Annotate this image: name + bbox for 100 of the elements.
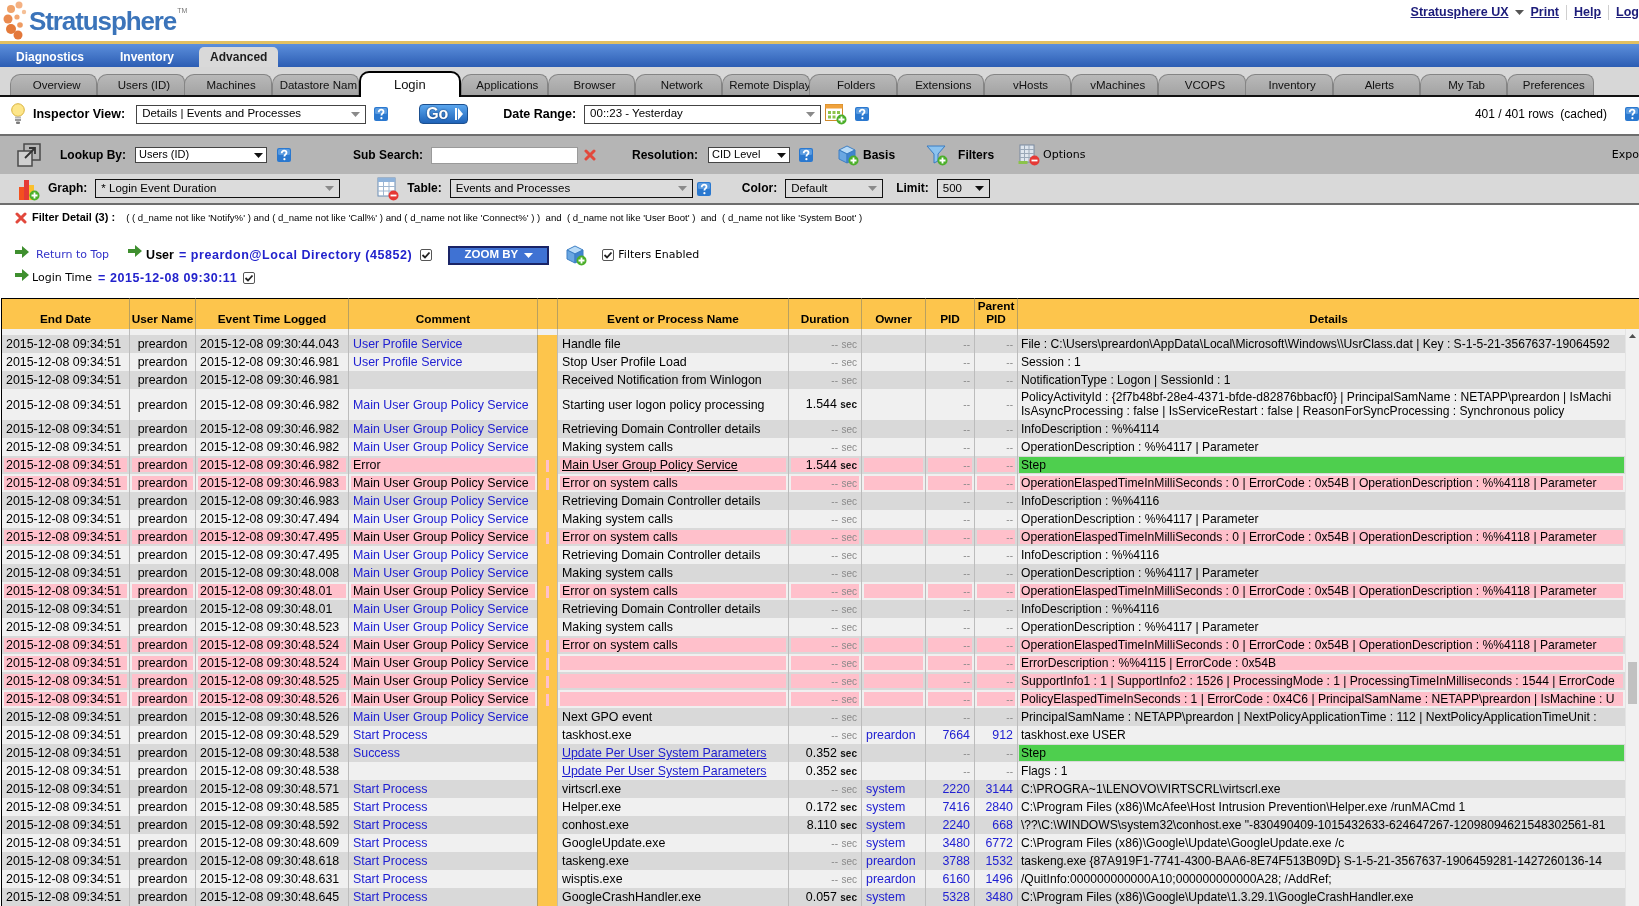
header-link[interactable]: Stratusphere UX (1410, 5, 1509, 20)
tab[interactable]: My Tab (1419, 74, 1508, 95)
nav-tab[interactable]: Inventory (109, 47, 186, 67)
table-cell: Received Notification from Winlogon (557, 371, 788, 389)
tab[interactable]: Preferences (1507, 74, 1595, 95)
resolution-dropdown[interactable]: CID Level (708, 147, 791, 163)
table-cell: 2220 (925, 780, 974, 798)
help-icon[interactable] (374, 107, 389, 121)
checkbox[interactable] (602, 249, 615, 261)
column-header[interactable]: End Date (2, 298, 129, 329)
table-cell: User Profile Service (348, 335, 537, 353)
table-cell: 7416 (925, 798, 974, 816)
table-cell: virtscrl.exe (557, 780, 788, 798)
table-cell: taskeng.exe (557, 852, 788, 870)
checkbox[interactable] (243, 272, 256, 284)
tab[interactable]: VCOPS (1158, 74, 1246, 95)
date-range-dropdown[interactable]: 00::23 - Yesterday (584, 104, 822, 124)
column-header[interactable]: Owner (861, 298, 925, 329)
scrollbar-thumb[interactable] (1628, 662, 1637, 704)
tab[interactable]: Overview (10, 74, 98, 95)
arrow-icon (15, 269, 29, 281)
table-cell: Making system calls (557, 618, 788, 636)
nav-tab[interactable]: Diagnostics (5, 47, 95, 67)
help-icon[interactable] (799, 148, 814, 162)
tab[interactable]: Folders (809, 74, 897, 95)
export-button[interactable]: Expo (1611, 148, 1639, 162)
table-cell: Session : 1 (1017, 353, 1625, 371)
header-link[interactable]: Print (1530, 5, 1559, 20)
return-to-top-link[interactable]: Return to Top (36, 248, 110, 262)
view-dropdown[interactable]: Details | Events and Processes (136, 104, 367, 124)
table-cell: 2015-12-08 09:34:51 (2, 353, 129, 371)
options-button[interactable]: Options (1043, 148, 1086, 162)
tab[interactable]: Datastore Nam (271, 74, 359, 95)
table-cell: PolicyActivityId : {2f7b48bf-28e4-4371-bfde-d82876bbacf0} | PrincipalSamName : NETAPP\preardon | IsMachi IsAsyncProcessing : false | IsServiceRestart : false | ReasonForSyncProcessing : Synchronous policy (1017, 389, 1625, 420)
column-header[interactable]: Event Time Logged (195, 298, 348, 329)
table-cell: 2015-12-08 09:30:48.538 (195, 762, 348, 780)
table-dropdown[interactable]: Events and Processes (449, 179, 693, 198)
table-cell: -- (925, 672, 974, 690)
funnel-add-icon[interactable] (926, 144, 949, 166)
search-field[interactable] (431, 146, 579, 164)
tab[interactable]: Browser (547, 74, 636, 95)
tab[interactable]: Users (ID) (97, 74, 185, 95)
cube-add-icon[interactable] (565, 244, 588, 266)
event-link[interactable]: Main User Group Policy Service (562, 458, 738, 472)
checkbox[interactable] (420, 249, 433, 261)
tab[interactable]: Alerts (1332, 74, 1421, 95)
calendar-add-icon[interactable] (825, 103, 848, 125)
event-link[interactable]: Update Per User System Parameters (562, 764, 767, 778)
header-link[interactable]: Help (1574, 5, 1602, 20)
marker-icon (546, 531, 549, 544)
zoom-by-button[interactable]: ZOOM BY (448, 245, 550, 265)
column-header[interactable]: Comment (348, 298, 537, 329)
table-cell: -- (925, 600, 974, 618)
column-header[interactable]: User Name (129, 298, 195, 329)
tab[interactable]: vHosts (983, 74, 1072, 95)
tab[interactable]: Login (358, 71, 461, 97)
lookup-dropdown[interactable]: Users (ID) (135, 147, 267, 163)
column-header[interactable]: Event or Process Name (557, 298, 788, 329)
arrow-icon (128, 245, 143, 257)
graph-dropdown[interactable]: * Login Event Duration (95, 179, 341, 198)
tab[interactable]: Inventory (1245, 74, 1333, 95)
filters-button[interactable]: Filters (958, 147, 995, 163)
header-link[interactable]: Log (1616, 5, 1639, 20)
table-cell: Making system calls (557, 438, 788, 456)
grid-remove-icon[interactable] (1018, 144, 1041, 166)
scrollbar[interactable] (1625, 329, 1639, 906)
event-link[interactable]: Update Per User System Parameters (562, 746, 767, 760)
table-cell: preardon (861, 870, 925, 888)
help-icon[interactable] (1625, 107, 1639, 121)
table-cell: Main User Group Policy Service (348, 600, 537, 618)
remove-icon[interactable] (15, 212, 27, 224)
nav-tab[interactable]: Advanced (199, 47, 279, 67)
expand-icon[interactable] (17, 143, 41, 167)
table-cell: taskeng.exe {87A919F1-7741-4300-BAA6-8E74F513B09D} S-1-5-21-3567637-1906459281-1427260136-14 (1017, 852, 1625, 870)
table-remove-icon[interactable] (377, 176, 400, 201)
marker-icon (546, 657, 549, 670)
column-header[interactable]: Parent PID (974, 298, 1017, 329)
tab[interactable]: Applications (460, 74, 548, 95)
table-cell: 2015-12-08 09:34:51 (2, 798, 129, 816)
help-icon[interactable] (696, 181, 711, 196)
tab[interactable]: Remote Display (722, 74, 810, 95)
basis-button[interactable]: Basis (863, 147, 896, 163)
help-icon[interactable] (277, 148, 291, 162)
table-cell: 1496 (974, 870, 1017, 888)
table-cell: preardon (129, 371, 195, 389)
column-header[interactable]: Duration (788, 298, 861, 329)
table-cell: OperationElaspedTimeInMilliSeconds : 0 | ErrorCode : 0x54B | OperationDescription : %%4118 | Parameter (1017, 636, 1625, 654)
cube-add-icon[interactable] (837, 144, 860, 166)
help-icon[interactable] (855, 107, 870, 121)
tab[interactable]: Machines (184, 74, 272, 95)
table-cell: OperationDescription : %%4117 | Parameter (1017, 564, 1625, 582)
tab[interactable]: Network (635, 74, 723, 95)
column-header[interactable]: PID (925, 298, 974, 329)
go-button[interactable]: Go (419, 104, 469, 124)
limit-dropdown[interactable]: 500 (936, 179, 990, 198)
tab[interactable]: Extensions (896, 74, 985, 95)
column-header[interactable]: Details (1017, 298, 1639, 329)
table-cell: 2015-12-08 09:34:51 (2, 420, 129, 438)
tab[interactable]: vMachines (1071, 74, 1159, 95)
color-mode-dropdown[interactable]: Default (785, 179, 884, 198)
